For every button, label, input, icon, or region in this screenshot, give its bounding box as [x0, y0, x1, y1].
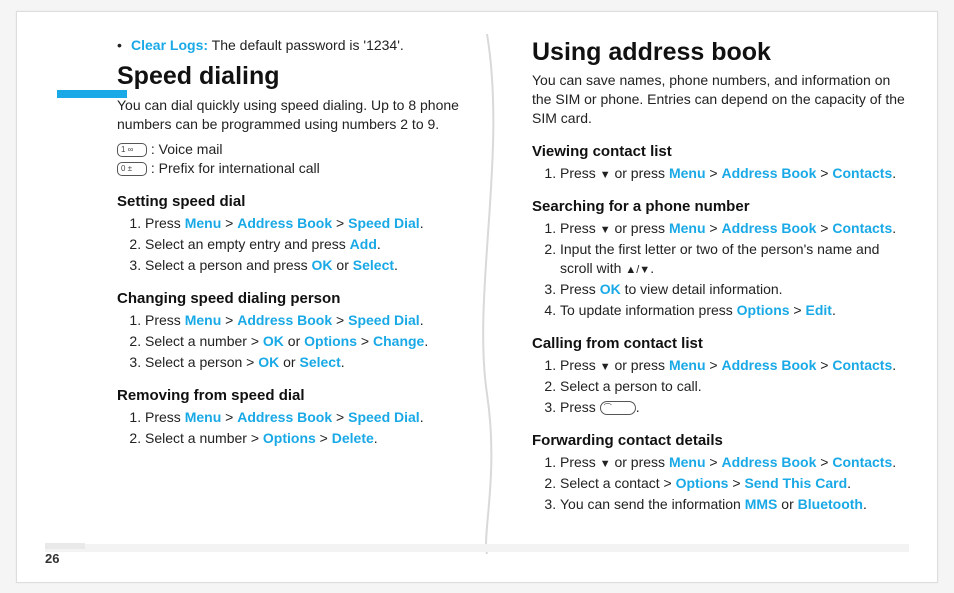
right-column: Using address book You can save names, p… [532, 36, 907, 552]
removing-speed-dial-heading: Removing from speed dial [117, 386, 492, 406]
list-item: Select a number > OK or Options > Change… [145, 332, 492, 351]
searching-phone-heading: Searching for a phone number [532, 197, 907, 217]
calling-contact-heading: Calling from contact list [532, 334, 907, 354]
down-arrow-icon: ▼ [600, 224, 611, 236]
call-key-icon: ⌒ [600, 401, 636, 415]
footer-line [45, 544, 909, 552]
content-columns: Clear Logs: The default password is '123… [57, 36, 907, 552]
clear-logs-label: Clear Logs: [131, 37, 208, 53]
list-item: Select a person to call. [560, 377, 907, 396]
up-down-arrow-icon: ▲/▼ [625, 264, 650, 276]
list-item: Press ▼ or press Menu > Address Book > C… [560, 219, 907, 238]
list-item: Press Menu > Address Book > Speed Dial. [145, 214, 492, 233]
forwarding-contact-heading: Forwarding contact details [532, 431, 907, 451]
calling-contact-steps: Press ▼ or press Menu > Address Book > C… [532, 356, 907, 417]
setting-speed-dial-steps: Press Menu > Address Book > Speed Dial. … [117, 214, 492, 275]
list-item: Select a person and press OK or Select. [145, 256, 492, 275]
left-column: Clear Logs: The default password is '123… [57, 36, 492, 552]
list-item: Press ▼ or press Menu > Address Book > C… [560, 453, 907, 472]
address-book-intro: You can save names, phone numbers, and i… [532, 71, 907, 128]
list-item: Select a contact > Options > Send This C… [560, 474, 907, 493]
changing-speed-dial-heading: Changing speed dialing person [117, 289, 492, 309]
down-arrow-icon: ▼ [600, 169, 611, 181]
list-item: Press Menu > Address Book > Speed Dial. [145, 408, 492, 427]
clear-logs-text: The default password is '1234'. [208, 37, 404, 53]
clear-logs-bullet: Clear Logs: The default password is '123… [117, 36, 492, 55]
list-item: Press ▼ or press Menu > Address Book > C… [560, 356, 907, 375]
list-item: To update information press Options > Ed… [560, 301, 907, 320]
list-item: Press ▼ or press Menu > Address Book > C… [560, 164, 907, 183]
searching-phone-steps: Press ▼ or press Menu > Address Book > C… [532, 219, 907, 319]
voicemail-key-line: 1 ∞ : Voice mail [117, 140, 492, 159]
key-0-icon: 0 ± [117, 162, 147, 176]
page-number: 26 [45, 543, 85, 566]
viewing-contact-list-steps: Press ▼ or press Menu > Address Book > C… [532, 164, 907, 183]
speed-dialing-heading: Speed dialing [117, 60, 492, 94]
list-item: Press Menu > Address Book > Speed Dial. [145, 311, 492, 330]
list-item: Input the first letter or two of the per… [560, 240, 907, 278]
forwarding-contact-steps: Press ▼ or press Menu > Address Book > C… [532, 453, 907, 514]
list-item: Select a person > OK or Select. [145, 353, 492, 372]
address-book-heading: Using address book [532, 36, 907, 70]
speed-dialing-intro: You can dial quickly using speed dialing… [117, 96, 492, 134]
list-item: Press ⌒. [560, 398, 907, 417]
down-arrow-icon: ▼ [600, 361, 611, 373]
down-arrow-icon: ▼ [600, 458, 611, 470]
intl-prefix-key-line: 0 ± : Prefix for international call [117, 159, 492, 178]
list-item: You can send the information MMS or Blue… [560, 495, 907, 514]
changing-speed-dial-steps: Press Menu > Address Book > Speed Dial. … [117, 311, 492, 372]
list-item: Select an empty entry and press Add. [145, 235, 492, 254]
removing-speed-dial-steps: Press Menu > Address Book > Speed Dial. … [117, 408, 492, 448]
key-1-icon: 1 ∞ [117, 143, 147, 157]
viewing-contact-list-heading: Viewing contact list [532, 142, 907, 162]
list-item: Select a number > Options > Delete. [145, 429, 492, 448]
manual-page: Clear Logs: The default password is '123… [16, 11, 938, 583]
setting-speed-dial-heading: Setting speed dial [117, 192, 492, 212]
list-item: Press OK to view detail information. [560, 280, 907, 299]
